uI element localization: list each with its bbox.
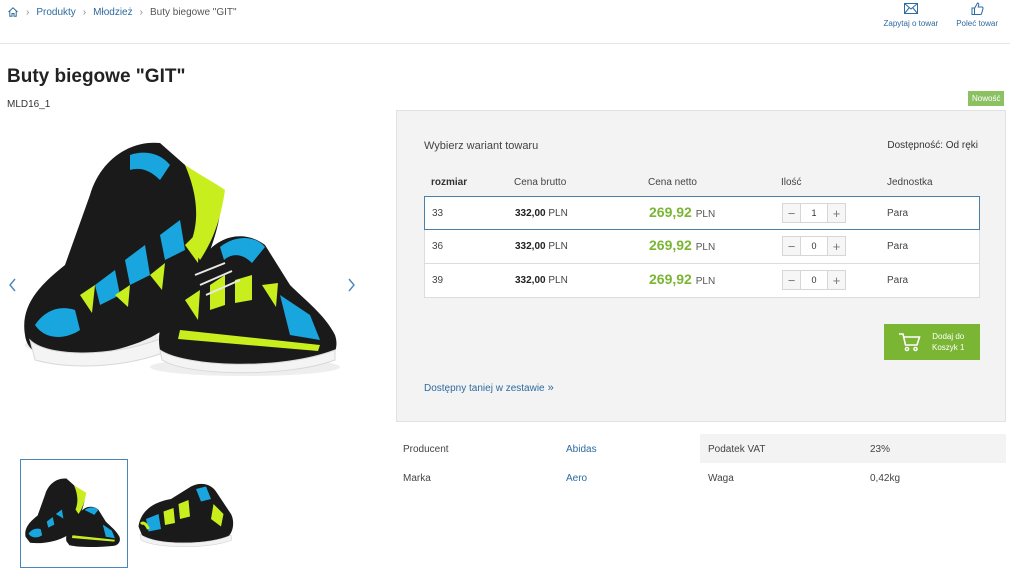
attribute-label: Producent — [403, 444, 449, 455]
add-to-cart-line1: Dodaj do — [932, 332, 965, 341]
product-sku: MLD16_1 — [7, 99, 51, 110]
variant-size: 36 — [432, 241, 444, 252]
breadcrumb-produkty[interactable]: Produkty — [36, 7, 75, 18]
variant-row[interactable]: 33 332,00 PLN 269,92 PLN − 1 + Para — [424, 196, 980, 230]
variant-net-value: 269,92 — [649, 204, 692, 220]
recommend-product-label: Poleć towar — [956, 19, 998, 28]
top-actions: Zapytaj o towar Poleć towar — [866, 0, 998, 28]
attribute-value: 23% — [870, 444, 891, 455]
variant-net-currency: PLN — [695, 242, 716, 253]
variant-net-value: 269,92 — [649, 237, 692, 253]
recommend-product-button[interactable]: Poleć towar — [956, 0, 998, 28]
main-product-image — [24, 142, 340, 376]
breadcrumb-current: Buty biegowe "GIT" — [149, 6, 237, 18]
brand-link[interactable]: Aero — [566, 473, 587, 484]
quantity-increment-button[interactable]: + — [827, 236, 846, 256]
variant-unit: Para — [887, 275, 909, 286]
quantity-stepper: − 0 + — [782, 270, 846, 290]
gallery-prev-arrow[interactable] — [7, 278, 19, 292]
variant-row[interactable]: 36 332,00 PLN 269,92 PLN − 0 + Para — [424, 230, 980, 264]
variant-panel: Wybierz wariant towaru Dostępność: Od rę… — [396, 110, 1006, 422]
quantity-increment-button[interactable]: + — [827, 203, 846, 223]
attribute-cell: Podatek VAT 23% — [700, 434, 1006, 463]
variant-gross-price: 332,00 PLN — [515, 275, 568, 286]
attribute-row: Producent Abidas Podatek VAT 23% — [396, 434, 1006, 463]
column-header-gross-price: Cena brutto — [514, 177, 567, 188]
variant-table: 33 332,00 PLN 269,92 PLN − 1 + Para 36 3… — [424, 196, 980, 298]
variant-gross-currency: PLN — [548, 275, 568, 286]
thumbnail-2[interactable] — [132, 459, 240, 568]
attribute-label: Podatek VAT — [708, 444, 766, 455]
quantity-stepper: − 0 + — [782, 236, 846, 256]
variant-heading: Wybierz wariant towaru — [424, 140, 539, 152]
envelope-icon — [903, 3, 918, 14]
producer-link[interactable]: Abidas — [566, 444, 597, 455]
add-to-cart-line2: Koszyk 1 — [932, 343, 965, 352]
column-header-size: rozmiar — [431, 177, 468, 188]
attribute-label: Marka — [403, 473, 431, 484]
quantity-decrement-button[interactable]: − — [782, 236, 801, 256]
variant-row[interactable]: 39 332,00 PLN 269,92 PLN − 0 + Para — [424, 264, 980, 298]
thumbs-up-icon — [971, 2, 984, 15]
quantity-input[interactable]: 0 — [801, 236, 827, 256]
variant-size: 39 — [432, 275, 444, 286]
quantity-input[interactable]: 1 — [801, 203, 827, 223]
breadcrumb-mlodziez[interactable]: Młodzież — [93, 7, 132, 18]
variant-net-price: 269,92 PLN — [649, 204, 715, 220]
product-attributes: Producent Abidas Podatek VAT 23% Marka A… — [396, 434, 1006, 492]
double-chevron-right-icon: » — [547, 382, 554, 394]
quantity-decrement-button[interactable]: − — [782, 270, 801, 290]
variant-gross-currency: PLN — [548, 241, 568, 252]
thumbnail-shoe-image — [25, 477, 120, 547]
variant-size: 33 — [432, 208, 444, 219]
variant-gross-price: 332,00 PLN — [515, 241, 568, 252]
gallery-next-arrow[interactable] — [345, 278, 357, 292]
variant-net-value: 269,92 — [649, 271, 692, 287]
add-to-cart-button[interactable]: Dodaj do Koszyk 1 — [884, 324, 980, 360]
breadcrumb: › Produkty › Młodzież › Buty biegowe "GI… — [7, 6, 237, 18]
breadcrumb-separator: › — [26, 6, 30, 18]
breadcrumb-separator: › — [82, 6, 87, 18]
bundle-offer-label: Dostępny taniej w zestawie — [424, 383, 545, 394]
thumbnail-strip — [20, 459, 244, 568]
column-header-quantity: Ilość — [781, 177, 802, 188]
attribute-cell: Waga 0,42kg — [700, 463, 1006, 492]
variant-unit: Para — [887, 208, 909, 219]
top-bar: › Produkty › Młodzież › Buty biegowe "GI… — [0, 0, 1010, 44]
variant-net-currency: PLN — [695, 209, 716, 220]
thumbnail-shoe-side-image — [138, 483, 234, 547]
ask-about-product-label: Zapytaj o towar — [883, 19, 939, 28]
add-to-cart-label: Dodaj do Koszyk 1 — [932, 331, 964, 353]
attribute-value: 0,42kg — [870, 473, 901, 484]
home-icon[interactable] — [7, 6, 19, 18]
variant-gross-value: 332,00 — [515, 241, 546, 252]
attribute-row: Marka Aero Waga 0,42kg — [396, 463, 1006, 492]
variant-gross-value: 332,00 — [515, 208, 546, 219]
thumbnail-1[interactable] — [20, 459, 128, 568]
column-header-net-price: Cena netto — [648, 177, 697, 188]
ask-about-product-button[interactable]: Zapytaj o towar — [883, 0, 939, 28]
cart-icon — [899, 333, 921, 352]
variant-net-currency: PLN — [695, 276, 716, 287]
quantity-decrement-button[interactable]: − — [782, 203, 801, 223]
variant-net-price: 269,92 PLN — [649, 271, 715, 287]
quantity-input[interactable]: 0 — [801, 270, 827, 290]
variant-net-price: 269,92 PLN — [649, 237, 715, 253]
variant-gross-value: 332,00 — [515, 275, 546, 286]
breadcrumb-separator: › — [139, 6, 143, 18]
new-badge: Nowość — [968, 91, 1005, 106]
column-header-unit: Jednostka — [887, 177, 933, 188]
variant-gross-currency: PLN — [548, 208, 568, 219]
product-gallery — [0, 120, 370, 450]
quantity-stepper: − 1 + — [782, 203, 846, 223]
variant-gross-price: 332,00 PLN — [515, 208, 568, 219]
variant-unit: Para — [887, 241, 909, 252]
quantity-increment-button[interactable]: + — [827, 270, 846, 290]
page-title: Buty biegowe "GIT" — [7, 66, 186, 87]
availability-status: Dostępność: Od ręki — [887, 140, 978, 151]
bundle-offer-link[interactable]: Dostępny taniej w zestawie» — [424, 382, 554, 394]
attribute-label: Waga — [708, 473, 734, 484]
